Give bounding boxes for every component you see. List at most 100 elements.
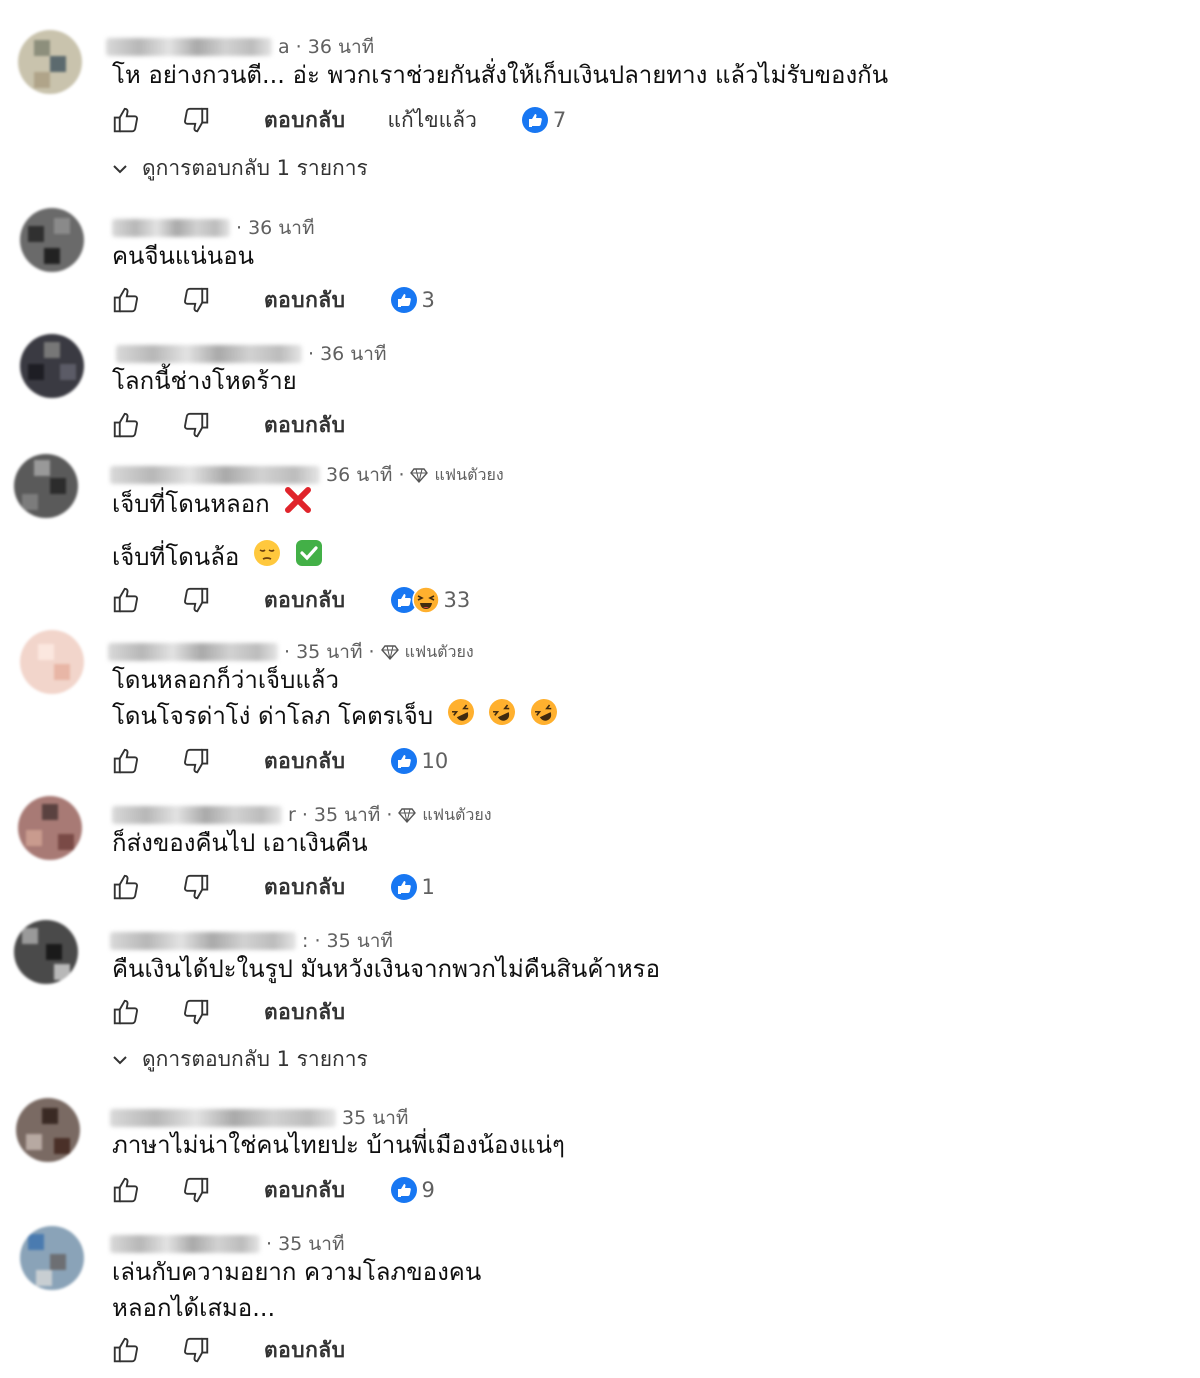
- author-name[interactable]: [112, 219, 230, 237]
- reaction-count: 3: [421, 288, 435, 312]
- cross-mark-icon: [283, 485, 313, 525]
- comment-line: โลกนี้ช่างโหดร้าย: [112, 367, 297, 395]
- comment-line: โห อย่างกวนตี... อ่ะ พวกเราช่วยกันสั่งให…: [112, 61, 889, 89]
- comment-actions: ตอบกลับ 1: [110, 867, 435, 907]
- reply-button[interactable]: ตอบกลับ: [264, 1174, 346, 1207]
- like-icon[interactable]: [110, 284, 142, 316]
- reply-button[interactable]: ตอบกลับ: [264, 584, 346, 617]
- view-replies-label: ดูการตอบกลับ 1 รายการ: [142, 156, 368, 180]
- reply-button[interactable]: ตอบกลับ: [264, 104, 346, 137]
- dislike-icon[interactable]: [180, 104, 212, 136]
- like-reaction-icon: [390, 748, 417, 774]
- comment-line: เจ็บที่โดนล้อ: [112, 543, 240, 571]
- dislike-icon[interactable]: [180, 1334, 212, 1366]
- author-name[interactable]: [108, 643, 278, 661]
- like-icon[interactable]: [110, 745, 142, 777]
- reaction-count: 7: [552, 108, 567, 132]
- author-name[interactable]: [110, 932, 296, 950]
- dislike-icon[interactable]: [180, 409, 212, 441]
- author-name[interactable]: [110, 1235, 260, 1253]
- reply-button[interactable]: ตอบกลับ: [264, 745, 346, 778]
- author-name[interactable]: [110, 1109, 336, 1127]
- author-name[interactable]: [106, 38, 272, 56]
- comment-text: ก็ส่งของคืนไป เอาเงินคืน: [112, 825, 368, 861]
- comment-actions: ตอบกลับ: [110, 405, 346, 445]
- reaction-summary[interactable]: 33: [390, 586, 471, 614]
- like-icon[interactable]: [110, 104, 142, 136]
- fan-badge: แฟนตัวยง: [398, 803, 492, 828]
- like-icon[interactable]: [110, 584, 142, 616]
- reply-button[interactable]: ตอบกลับ: [264, 409, 346, 442]
- fan-badge: แฟนตัวยง: [380, 640, 474, 665]
- avatar[interactable]: [20, 208, 84, 272]
- laughing-face-icon: [411, 586, 440, 614]
- avatar[interactable]: [20, 630, 84, 694]
- reaction-count: 1: [421, 875, 435, 899]
- avatar[interactable]: [18, 796, 82, 860]
- comment-line: คนจีนแน่นอน: [112, 242, 255, 270]
- check-mark-icon: [295, 539, 323, 577]
- like-icon[interactable]: [110, 871, 142, 903]
- dislike-icon[interactable]: [180, 584, 212, 616]
- avatar[interactable]: [16, 1098, 80, 1162]
- reaction-summary[interactable]: 1: [390, 873, 435, 901]
- reaction-count: 10: [421, 749, 449, 773]
- avatar[interactable]: [20, 334, 84, 398]
- reply-button[interactable]: ตอบกลับ: [264, 1334, 346, 1367]
- comment-text: โลกนี้ช่างโหดร้าย: [112, 363, 297, 399]
- comment-line: เล่นกับความอยาก ความโลภของคน: [112, 1258, 482, 1286]
- dislike-icon[interactable]: [180, 871, 212, 903]
- comment-line: ภาษาไม่น่าใช่คนไทยปะ บ้านพี่เมืองน้องแน่…: [112, 1131, 565, 1159]
- comment-line-row: เจ็บที่โดนล้อ: [112, 539, 323, 577]
- like-icon[interactable]: [110, 1174, 142, 1206]
- comment-text: คนจีนแน่นอน: [112, 238, 254, 274]
- author-name[interactable]: [112, 806, 282, 824]
- reply-button[interactable]: ตอบกลับ: [264, 284, 346, 317]
- avatar[interactable]: [20, 1226, 84, 1290]
- author-name[interactable]: [110, 466, 320, 484]
- pensive-face-icon: [253, 539, 281, 577]
- timestamp[interactable]: · 36 นาที: [308, 339, 386, 369]
- reply-button[interactable]: ตอบกลับ: [264, 996, 346, 1029]
- diamond-icon: [398, 808, 417, 824]
- like-icon[interactable]: [110, 409, 142, 441]
- comment-line: ก็ส่งของคืนไป เอาเงินคืน: [112, 829, 368, 857]
- fan-badge-label: แฟนตัวยง: [404, 641, 474, 661]
- edited-label: แก้ไขแล้ว: [387, 107, 477, 132]
- view-replies-button[interactable]: ดูการตอบกลับ 1 รายการ: [112, 152, 368, 185]
- author-name[interactable]: [116, 345, 302, 363]
- rolling-laughing-icon: [447, 698, 475, 736]
- view-replies-button[interactable]: ดูการตอบกลับ 1 รายการ: [112, 1043, 368, 1076]
- avatar[interactable]: [14, 920, 78, 984]
- rolling-laughing-icon: [530, 698, 558, 736]
- dislike-icon[interactable]: [180, 284, 212, 316]
- dislike-icon[interactable]: [180, 996, 212, 1028]
- fan-badge-label: แฟนตัวยง: [434, 464, 504, 484]
- like-reaction-icon: [521, 107, 548, 133]
- like-icon[interactable]: [110, 996, 142, 1028]
- like-icon[interactable]: [110, 1334, 142, 1366]
- reaction-summary[interactable]: 9: [390, 1176, 435, 1204]
- comment-text: โดนหลอกก็ว่าเจ็บแล้ว โดนโจรด่าโง่ ด่าโลภ…: [112, 662, 558, 736]
- reaction-summary[interactable]: 7: [521, 106, 566, 134]
- reaction-summary[interactable]: 10: [390, 747, 449, 775]
- rolling-laughing-icon: [488, 698, 516, 736]
- avatar[interactable]: [18, 30, 82, 94]
- timestamp[interactable]: 36 นาที ·: [326, 460, 404, 490]
- comment-line-row: เจ็บที่โดนหลอก: [112, 485, 323, 525]
- dislike-icon[interactable]: [180, 745, 212, 777]
- avatar[interactable]: [14, 454, 78, 518]
- reaction-count: 33: [443, 588, 471, 612]
- comment-actions: ตอบกลับ 9: [110, 1170, 435, 1210]
- dislike-icon[interactable]: [180, 1174, 212, 1206]
- comment-text: โห อย่างกวนตี... อ่ะ พวกเราช่วยกันสั่งให…: [112, 57, 888, 93]
- reaction-summary[interactable]: 3: [390, 286, 435, 314]
- comment-text: เล่นกับความอยาก ความโลภของคน หลอกได้เสมอ…: [112, 1254, 481, 1326]
- like-reaction-icon: [390, 287, 417, 313]
- diamond-icon: [410, 468, 429, 484]
- reply-button[interactable]: ตอบกลับ: [264, 871, 346, 904]
- comment-line: หลอกได้เสมอ...: [112, 1294, 276, 1322]
- comment-line-row: โดนโจรด่าโง่ ด่าโลภ โคตรเจ็บ: [112, 698, 558, 736]
- comment-line: โดนหลอกก็ว่าเจ็บแล้ว: [112, 666, 339, 694]
- chevron-down-icon: [113, 1055, 127, 1064]
